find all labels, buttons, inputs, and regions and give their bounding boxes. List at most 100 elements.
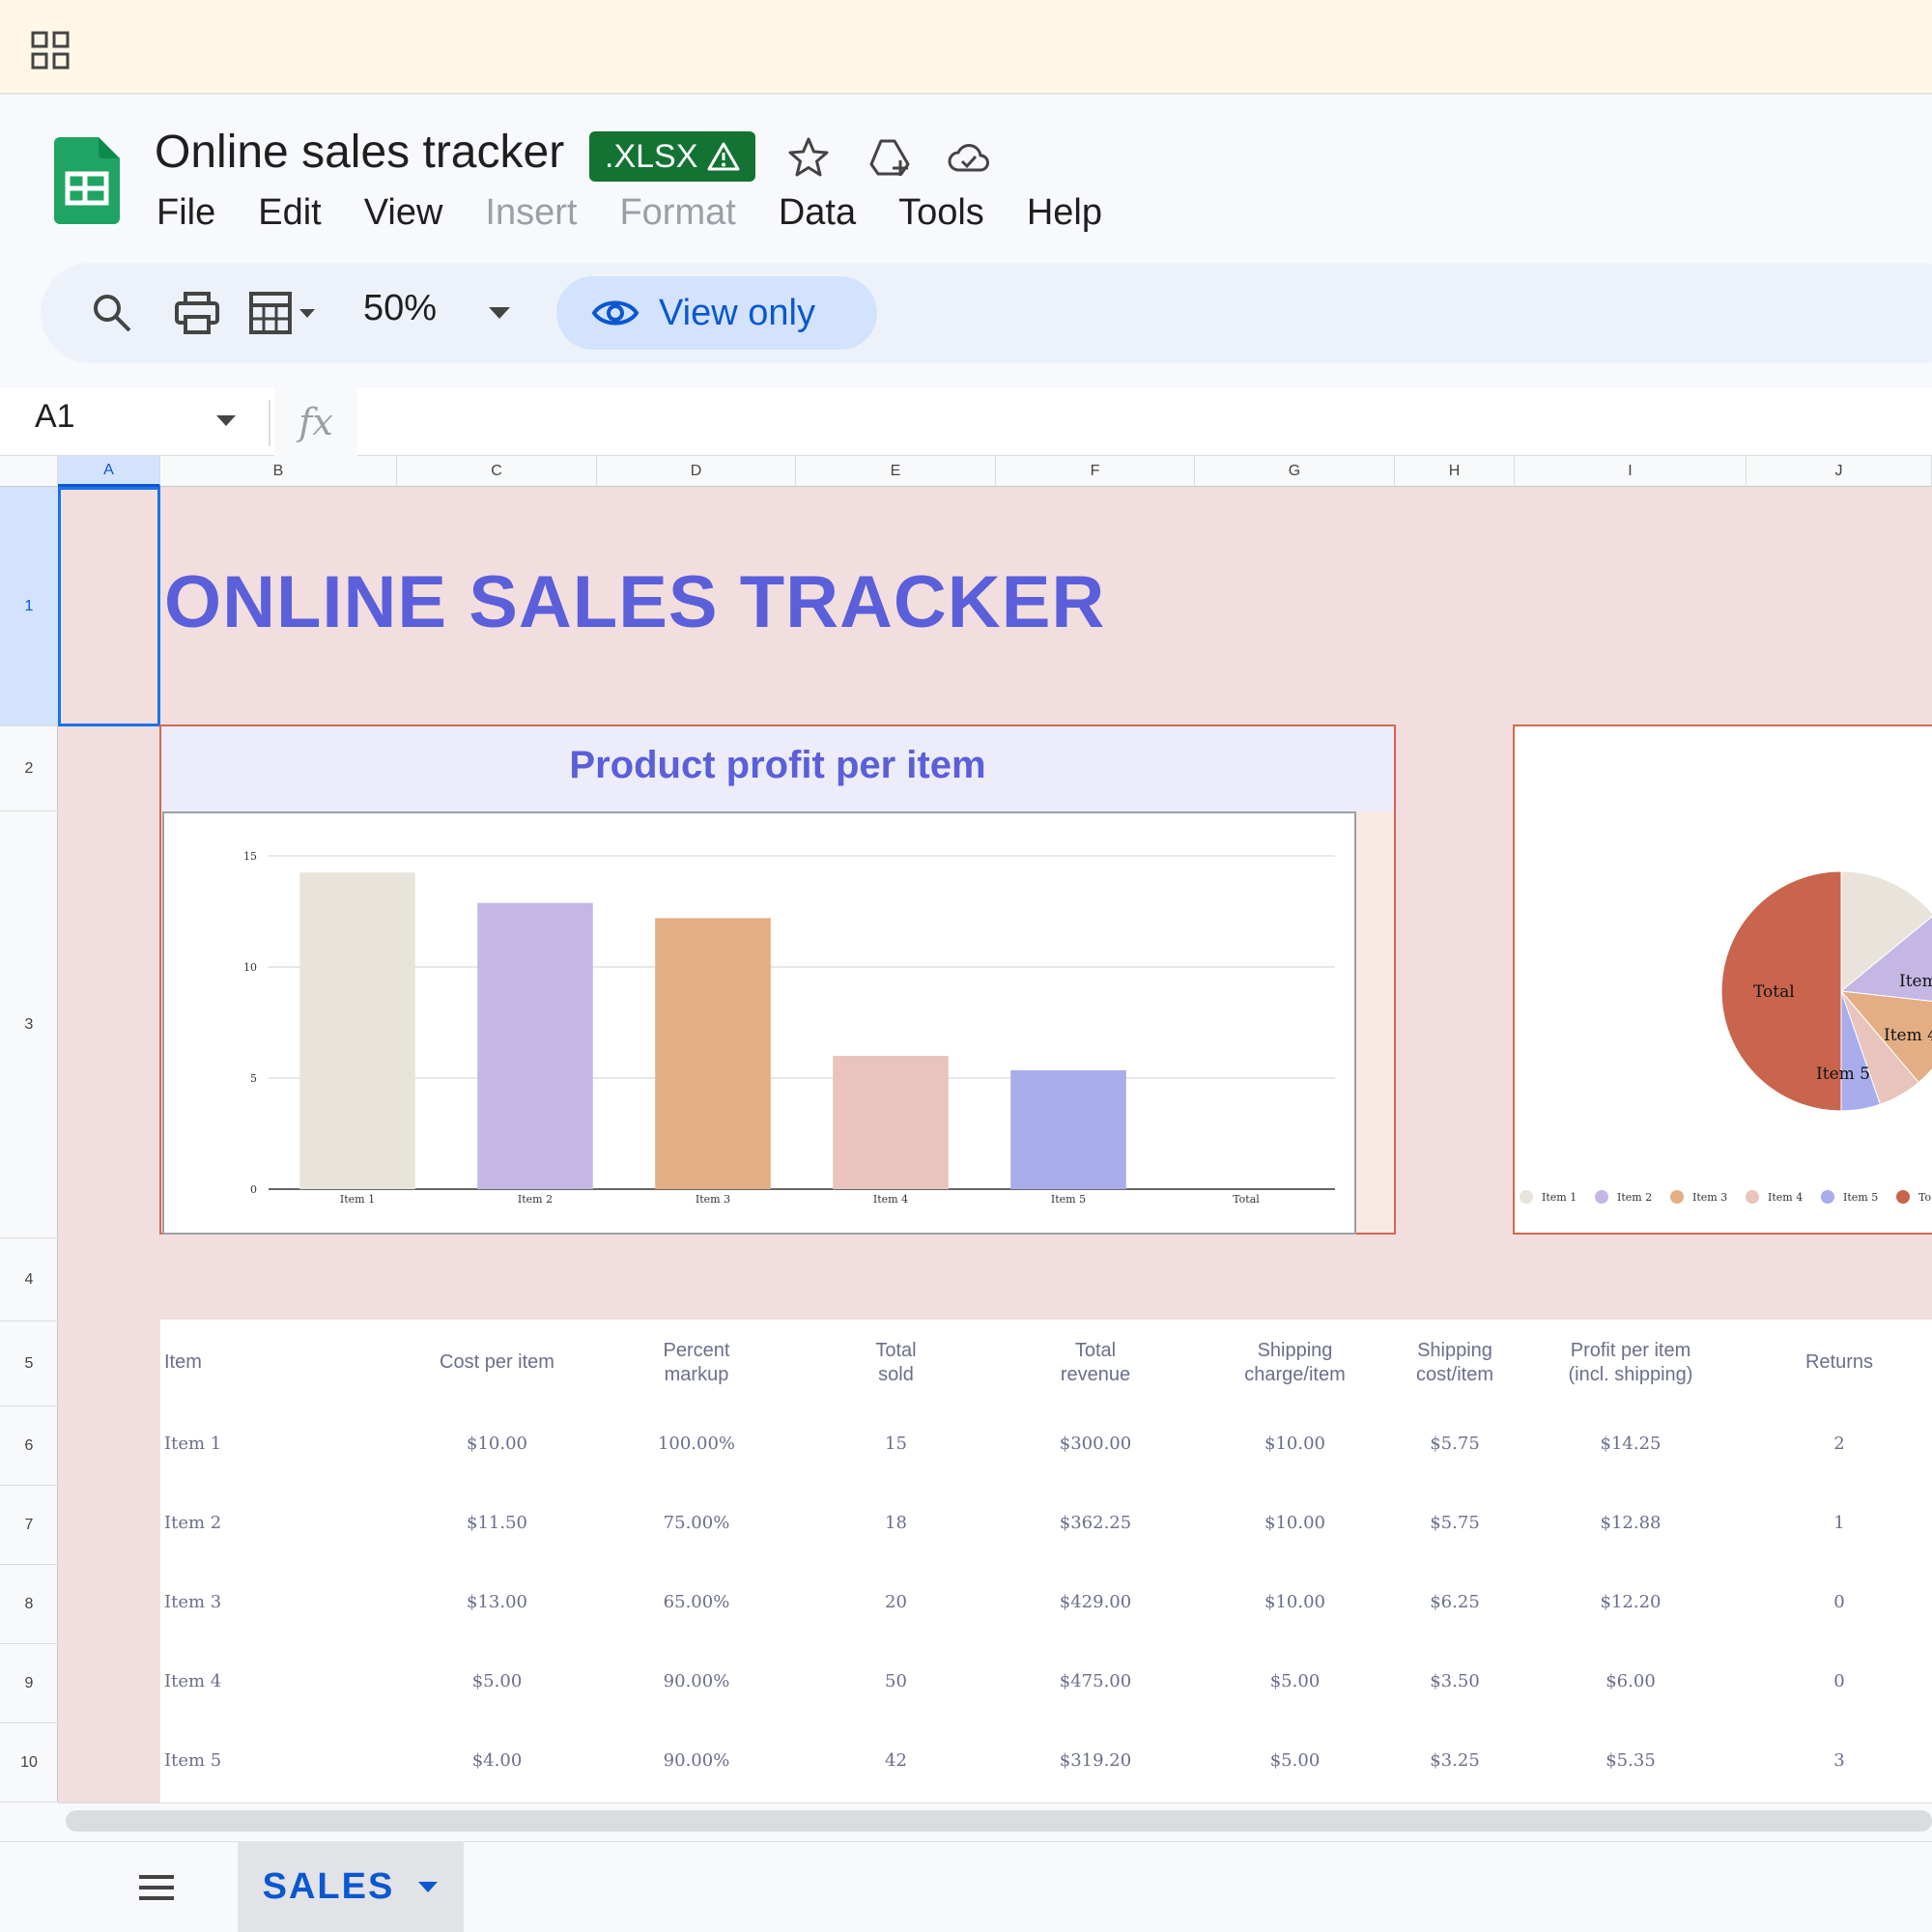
table-cell[interactable]: 20 (796, 1592, 996, 1612)
selected-cell-a1[interactable] (58, 487, 160, 726)
name-box-dropdown-icon[interactable] (216, 415, 236, 426)
row-header-6[interactable]: 6 (0, 1406, 58, 1486)
file-format-badge[interactable]: .XLSX (589, 131, 756, 182)
table-cell[interactable]: $3.25 (1395, 1750, 1515, 1771)
legend-swatch (1746, 1190, 1759, 1204)
table-cell[interactable]: 42 (796, 1750, 996, 1771)
search-icon[interactable] (87, 288, 137, 338)
table-cell[interactable]: 0 (1747, 1671, 1932, 1691)
menu-data[interactable]: Data (779, 189, 856, 236)
row-header-2[interactable]: 2 (0, 726, 58, 811)
row-header-7[interactable]: 7 (0, 1486, 58, 1565)
table-cell[interactable]: 65.00% (597, 1592, 796, 1612)
menu-view[interactable]: View (364, 189, 443, 236)
format-table-icon[interactable] (247, 288, 319, 338)
row-header-9[interactable]: 9 (0, 1644, 58, 1723)
column-header-e[interactable]: E (796, 456, 996, 487)
row-header-1[interactable]: 1 (0, 487, 58, 726)
table-cell[interactable]: 15 (796, 1434, 996, 1454)
top-banner (0, 0, 1932, 95)
menu-help[interactable]: Help (1027, 189, 1102, 236)
column-header-f[interactable]: F (996, 456, 1195, 487)
apps-grid-icon[interactable] (31, 31, 70, 70)
row-header-3[interactable]: 3 (0, 811, 58, 1238)
document-title[interactable]: Online sales tracker (155, 126, 564, 179)
view-only-button[interactable]: View only (556, 276, 877, 350)
table-cell[interactable]: $319.20 (996, 1750, 1195, 1771)
menu-file[interactable]: File (156, 189, 215, 236)
table-cell[interactable]: $6.25 (1395, 1592, 1515, 1612)
row-header-10[interactable]: 10 (0, 1723, 58, 1803)
table-cell[interactable]: $5.75 (1395, 1513, 1515, 1533)
column-header-b[interactable]: B (160, 456, 397, 487)
menu-tools[interactable]: Tools (898, 189, 984, 236)
print-icon[interactable] (172, 288, 222, 338)
table-cell[interactable]: 0 (1747, 1592, 1932, 1612)
column-header-d[interactable]: D (597, 456, 796, 487)
table-cell[interactable]: $5.00 (1195, 1671, 1395, 1691)
table-cell[interactable]: Item 5 (164, 1750, 357, 1771)
table-cell[interactable]: $5.35 (1515, 1750, 1747, 1771)
sheets-logo-icon[interactable] (54, 137, 120, 224)
table-cell[interactable]: $11.50 (397, 1513, 597, 1533)
table-cell[interactable]: $10.00 (1195, 1513, 1395, 1533)
scrollbar-thumb[interactable] (66, 1810, 1932, 1832)
row-header-5[interactable]: 5 (0, 1321, 58, 1406)
zoom-dropdown-icon[interactable] (489, 307, 510, 319)
table-cell[interactable]: Item 1 (164, 1434, 357, 1454)
table-cell[interactable]: 1 (1747, 1513, 1932, 1533)
table-cell[interactable]: $10.00 (1195, 1592, 1395, 1612)
column-header-a[interactable]: A (58, 456, 160, 487)
table-cell[interactable]: $3.50 (1395, 1671, 1515, 1691)
table-cell[interactable]: Item 4 (164, 1671, 357, 1691)
x-tick-label: Item 4 (873, 1193, 908, 1206)
table-cell[interactable]: $14.25 (1515, 1434, 1747, 1454)
table-cell[interactable]: $10.00 (397, 1434, 597, 1454)
column-header-g[interactable]: G (1195, 456, 1395, 487)
table-cell[interactable]: 2 (1747, 1434, 1932, 1454)
all-sheets-menu-icon[interactable] (137, 1874, 176, 1901)
bar-chart[interactable]: 0 5 10 15 Item 1 Item 2 Item 3 Item 4 Item 5 Tota… (162, 811, 1356, 1235)
table-cell[interactable]: $4.00 (397, 1750, 597, 1771)
table-cell[interactable]: 18 (796, 1513, 996, 1533)
column-header-i[interactable]: I (1515, 456, 1747, 487)
table-cell[interactable]: $429.00 (996, 1592, 1195, 1612)
column-header-c[interactable]: C (397, 456, 597, 487)
table-cell[interactable]: 90.00% (597, 1750, 796, 1771)
star-icon[interactable] (786, 135, 831, 180)
column-heading: Percent markup (663, 1340, 730, 1385)
table-cell[interactable]: 50 (796, 1671, 996, 1691)
table-cell[interactable]: $5.75 (1395, 1434, 1515, 1454)
column-header-j[interactable]: J (1747, 456, 1932, 487)
table-cell[interactable]: 100.00% (597, 1434, 796, 1454)
menu-insert[interactable]: Insert (485, 189, 577, 236)
table-cell[interactable]: $362.25 (996, 1513, 1195, 1533)
table-cell[interactable]: $13.00 (397, 1592, 597, 1612)
table-cell[interactable]: 75.00% (597, 1513, 796, 1533)
table-cell[interactable]: 3 (1747, 1750, 1932, 1771)
table-cell[interactable]: $10.00 (1195, 1434, 1395, 1454)
sheet-tab-dropdown-icon[interactable] (417, 1880, 439, 1893)
table-cell[interactable]: $12.88 (1515, 1513, 1747, 1533)
table-cell[interactable]: $5.00 (1195, 1750, 1395, 1771)
move-to-drive-icon[interactable] (867, 135, 912, 180)
column-header-h[interactable]: H (1395, 456, 1515, 487)
row-header-8[interactable]: 8 (0, 1565, 58, 1644)
table-cell[interactable]: Item 2 (164, 1513, 357, 1533)
cloud-saved-icon[interactable] (947, 135, 991, 180)
name-box[interactable]: A1 (35, 398, 75, 436)
menu-edit[interactable]: Edit (258, 189, 321, 236)
table-cell[interactable]: Item 3 (164, 1592, 357, 1612)
table-cell[interactable]: 90.00% (597, 1671, 796, 1691)
row-header-4[interactable]: 4 (0, 1238, 58, 1321)
table-cell[interactable]: $6.00 (1515, 1671, 1747, 1691)
menu-format[interactable]: Format (619, 189, 735, 236)
zoom-level[interactable]: 50% (363, 288, 437, 329)
table-cell[interactable]: $475.00 (996, 1671, 1195, 1691)
sheet-tab-sales[interactable]: SALES (238, 1841, 464, 1932)
table-cell[interactable]: $12.20 (1515, 1592, 1747, 1612)
pie-chart[interactable]: Total Item Item 4 Item 5 Item 1 Item 2 Item 3 I… (1517, 728, 1932, 1233)
table-cell[interactable]: $300.00 (996, 1434, 1195, 1454)
select-all-corner[interactable] (0, 456, 58, 487)
table-cell[interactable]: $5.00 (397, 1671, 597, 1691)
